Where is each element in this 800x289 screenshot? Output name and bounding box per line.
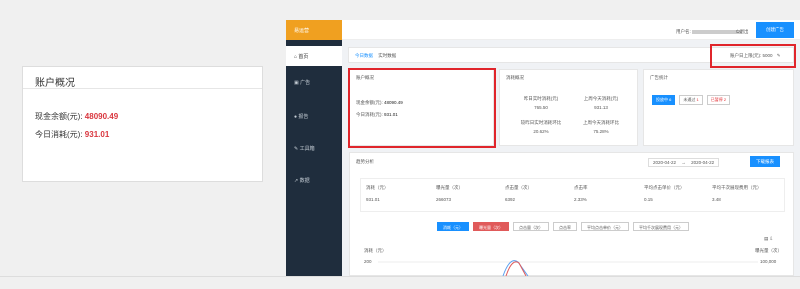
edit-icon[interactable]: ✎: [777, 53, 781, 58]
y-left-top: 200: [364, 259, 372, 264]
username-redacted: [692, 29, 743, 34]
spend-row: 今日消耗(元): 931.01: [23, 129, 262, 140]
logout-link[interactable]: ⏻退出: [736, 29, 749, 35]
chip-rejected[interactable]: 未通过 1: [679, 95, 703, 105]
breadcrumb-today[interactable]: 今日数据: [355, 53, 373, 58]
date-range-picker[interactable]: 2020-04-22 → 2020-04-22: [648, 158, 720, 167]
bottom-scrollbar: [0, 276, 800, 289]
spend-label: 今日消耗(元):: [35, 130, 83, 139]
breadcrumb-realtime[interactable]: 实时数据: [378, 53, 396, 58]
spend-card-title: 消耗概况: [506, 75, 524, 80]
account-card-title: 账户概况: [356, 75, 374, 80]
account-card-balance: 现金余额(元): 48090.49: [356, 100, 403, 105]
tab-clicks[interactable]: 点击量（次）: [513, 222, 549, 231]
metric-ctr: 点击率 2.33%: [574, 185, 588, 202]
sidebar-item-data[interactable]: ↗ 数据: [286, 170, 342, 190]
balance-value: 48090.49: [84, 112, 119, 121]
account-overview-title: 账户概况: [23, 67, 262, 89]
spend-cell-yesterday: 昨日实时消耗(元) 765.50: [523, 96, 559, 110]
y-right-top: 100,000: [760, 259, 777, 264]
sidebar-item-report[interactable]: ● 报告: [286, 106, 342, 126]
daily-budget: 账户日上限(元): 5000 ✎: [730, 53, 781, 58]
metric-tabs: 消耗（元） 曝光量（次） 点击量（次） 点击率 平均点击单价（元） 平均千次展现…: [437, 222, 689, 231]
sidebar-item-tools[interactable]: ✎ 工具箱: [286, 138, 342, 158]
ad-stats-title: 广告统计: [650, 75, 668, 80]
balance-label: 现金余额(元):: [35, 112, 83, 121]
metric-clicks: 点击量（次） 6392: [505, 185, 532, 202]
tab-impressions[interactable]: 曝光量（次）: [473, 222, 509, 231]
chart-tools-icon[interactable]: ▤ ⇩: [764, 236, 773, 242]
balance-row: 现金余额(元): 48090.49: [23, 111, 262, 122]
sidebar-item-ads[interactable]: ▣ 广告: [286, 72, 342, 92]
tab-spend[interactable]: 消耗（元）: [437, 222, 469, 231]
logo: 易运营: [286, 20, 342, 40]
tab-cpc[interactable]: 平均点击单价（元）: [581, 222, 629, 231]
spend-value: 931.01: [84, 130, 110, 139]
chip-paused[interactable]: 已暂停 2: [706, 95, 731, 105]
account-overview-zoom: 账户概况 现金余额(元): 48090.49 今日消耗(元): 931.01: [22, 66, 263, 182]
tab-ctr[interactable]: 点击率: [553, 222, 577, 231]
metric-impressions: 曝光量（次） 266073: [436, 185, 463, 202]
y-right-label: 曝光量（次）: [755, 248, 782, 253]
download-report-button[interactable]: 下载报表: [750, 156, 780, 167]
sidebar-item-home[interactable]: ⌂ 首页: [286, 46, 342, 66]
trend-chart: [378, 260, 758, 276]
spend-cell-wow: 上周今天消耗环比 75.28%: [583, 120, 619, 134]
trend-title: 趋势分析: [356, 159, 374, 164]
metric-spend: 消耗（元） 931.01: [366, 185, 389, 202]
tab-cpm[interactable]: 平均千次展现费用（元）: [633, 222, 689, 231]
create-ad-button[interactable]: 创建广告: [756, 22, 794, 38]
chip-running[interactable]: 投放中 6: [652, 95, 676, 105]
ad-status-chips: 投放中 6 未通过 1 已暂停 2: [652, 95, 731, 105]
user-info: 用户名:: [676, 29, 743, 35]
account-card-spend: 今日消耗(元): 931.01: [356, 112, 398, 117]
spend-cell-dod: 较昨日实时消耗环比 20.62%: [520, 120, 562, 134]
metric-cpc: 平均点击单价（元） 0.15: [644, 185, 685, 202]
breadcrumb: 今日数据 实时数据: [355, 53, 396, 59]
spend-cell-lastweek: 上周今天消耗(元) 931.13: [583, 96, 619, 110]
metric-cpm: 平均千次展现费用（元） 3.48: [712, 185, 762, 202]
